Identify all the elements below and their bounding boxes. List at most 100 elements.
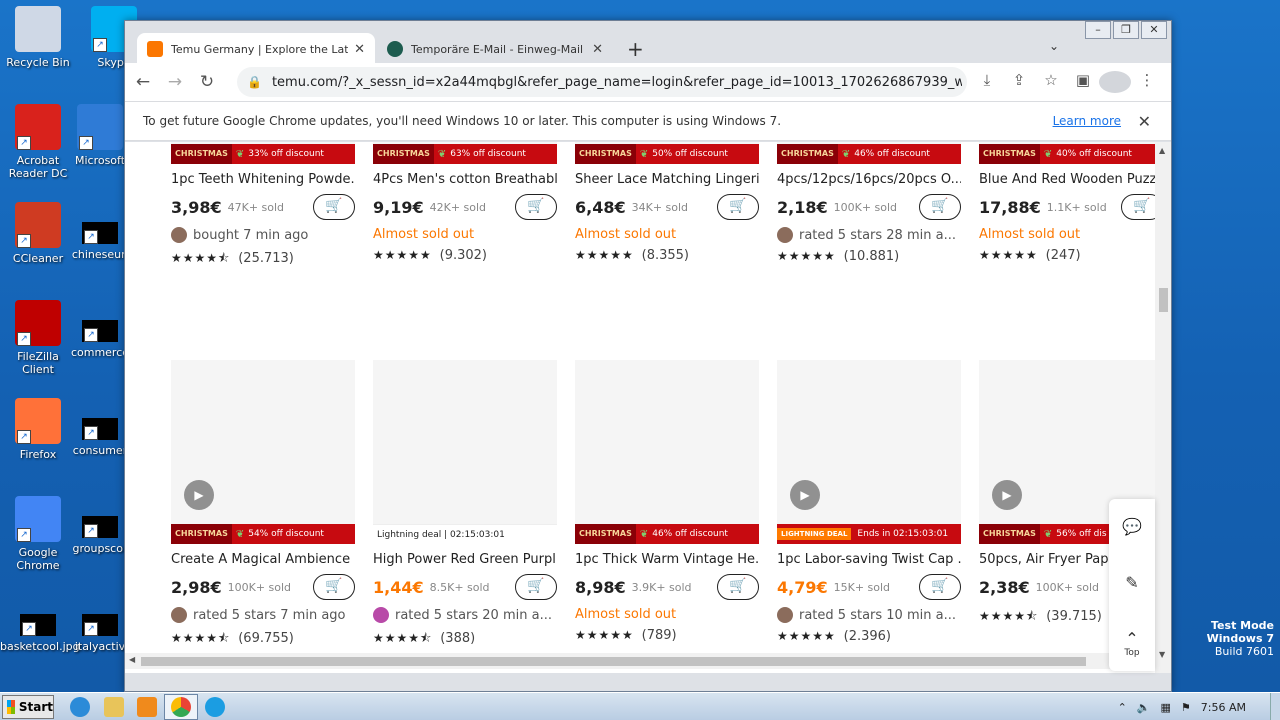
horizontal-scrollbar[interactable]: ◀ ▶ — [125, 653, 1155, 669]
product-title[interactable]: High Power Red Green Purpl... — [373, 552, 557, 567]
back-icon[interactable]: ← — [129, 72, 157, 92]
product-card[interactable]: ▶ LIGHTNING DEAL Ends in 02:15:03:01 1pc… — [777, 360, 961, 644]
profile-icon[interactable] — [1099, 71, 1131, 97]
product-image[interactable]: ▶ CHRISTMAS ❦ 46% off discount — [777, 142, 961, 164]
vertical-scroll-thumb[interactable] — [1159, 288, 1168, 312]
watermark-line1: Test Mode — [1211, 619, 1274, 632]
product-image[interactable]: ▶ LIGHTNING DEAL Ends in 02:15:03:01 — [777, 360, 961, 544]
add-to-cart-icon[interactable]: 🛒 — [1121, 194, 1155, 220]
learn-more-link[interactable]: Learn more — [1053, 114, 1121, 128]
holly-icon: ❦ — [639, 148, 649, 160]
rating-count: (247) — [1045, 248, 1081, 263]
product-title[interactable]: 1pc Thick Warm Vintage He... — [575, 552, 759, 567]
lock-icon[interactable]: 🔒 — [247, 75, 262, 89]
vertical-scrollbar[interactable]: ▲ ▼ — [1155, 142, 1171, 673]
play-video-icon[interactable]: ▶ — [184, 480, 214, 510]
add-to-cart-icon[interactable]: 🛒 — [717, 574, 759, 600]
flag-icon[interactable]: ⚑ — [1181, 701, 1191, 714]
rating: ★★★★★ (8.355) — [575, 248, 759, 263]
product-image[interactable]: CHRISTMAS ❦ 40% off discount — [979, 142, 1155, 164]
close-tab-icon[interactable]: ✕ — [592, 42, 603, 57]
edge-icon[interactable] — [205, 697, 225, 717]
discount-text: 46% off discount — [854, 149, 930, 159]
volume-icon[interactable]: 🔈 — [1137, 701, 1151, 714]
product-image[interactable]: CHRISTMAS ❦ 63% off discount — [373, 142, 557, 164]
bookmark-star-icon[interactable]: ☆ — [1035, 71, 1067, 97]
christmas-discount-banner: CHRISTMAS ❦ 50% off discount — [575, 144, 759, 164]
product-price: 2,18€ — [777, 197, 828, 217]
lightning-deal-banner: Lightning deal | 02:15:03:01 — [373, 524, 557, 544]
add-to-cart-icon[interactable]: 🛒 — [919, 574, 961, 600]
product-card[interactable]: ▶ CHRISTMAS ❦ 46% off discount 4pcs/12pc… — [777, 142, 961, 264]
product-card[interactable]: CHRISTMAS ❦ 46% off discount 1pc Thick W… — [575, 360, 759, 643]
product-card[interactable]: CHRISTMAS ❦ 63% off discount 4Pcs Men's … — [373, 142, 557, 263]
product-title[interactable]: Sheer Lace Matching Lingeri... — [575, 172, 759, 187]
product-image[interactable]: Lightning deal | 02:15:03:01 — [373, 360, 557, 544]
network-icon[interactable]: ▦ — [1161, 701, 1171, 714]
clock[interactable]: 7:56 AM — [1201, 701, 1246, 714]
christmas-tag: CHRISTMAS — [171, 144, 232, 164]
back-to-top-button[interactable]: ⌃ Top — [1109, 611, 1155, 667]
scroll-down-icon[interactable]: ▼ — [1159, 650, 1165, 659]
show-desktop-button[interactable] — [1270, 693, 1280, 720]
product-card[interactable]: CHRISTMAS ❦ 50% off discount Sheer Lace … — [575, 142, 759, 263]
scroll-left-icon[interactable]: ◀ — [129, 655, 135, 664]
holly-icon: ❦ — [639, 528, 649, 540]
desktop-icon[interactable]: Recycle Bin — [0, 6, 76, 69]
product-image[interactable]: CHRISTMAS ❦ 33% off discount — [171, 142, 355, 164]
product-title[interactable]: 1pc Labor-saving Twist Cap ... — [777, 552, 961, 567]
play-video-icon[interactable]: ▶ — [790, 480, 820, 510]
new-tab-icon[interactable]: + — [627, 37, 644, 61]
chat-icon[interactable]: 💬 — [1109, 499, 1155, 555]
add-to-cart-icon[interactable]: 🛒 — [919, 194, 961, 220]
product-title[interactable]: 4Pcs Men's cotton Breathabl... — [373, 172, 557, 187]
shortcut-arrow-icon: ↗ — [84, 230, 98, 244]
tab-temp-mail[interactable]: Temporäre E-Mail - Einweg-Mail - Ano ✕ — [377, 33, 613, 65]
start-button[interactable]: Start — [2, 695, 54, 719]
add-to-cart-icon[interactable]: 🛒 — [515, 194, 557, 220]
add-to-cart-icon[interactable]: 🛒 — [717, 194, 759, 220]
media-player-icon[interactable] — [137, 697, 157, 717]
product-title[interactable]: Create A Magical Ambience ... — [171, 552, 355, 567]
ie-icon[interactable] — [70, 697, 90, 717]
play-video-icon[interactable]: ▶ — [992, 480, 1022, 510]
tray-expand-icon[interactable]: ⌃ — [1118, 701, 1127, 714]
sold-count: 100K+ sold — [833, 200, 898, 214]
add-to-cart-icon[interactable]: 🛒 — [515, 574, 557, 600]
tab-temu[interactable]: Temu Germany | Explore the Latest C ✕ — [137, 33, 375, 65]
product-title[interactable]: 4pcs/12pcs/16pcs/20pcs O... — [777, 172, 961, 187]
rating-count: (9.302) — [439, 248, 487, 263]
close-infobar-icon[interactable]: ✕ — [1138, 112, 1151, 131]
price-row: 1,44€ 8.5K+ sold 🛒 — [373, 573, 557, 601]
menu-icon[interactable]: ⋮ — [1131, 71, 1163, 97]
product-card[interactable]: ▶ CHRISTMAS ❦ 54% off discount Create A … — [171, 360, 355, 650]
url-text[interactable]: temu.com/?_x_sessn_id=x2a44mqbgl&refer_p… — [272, 75, 962, 90]
watermark-line2: Windows 7 — [1206, 632, 1274, 645]
product-card[interactable]: CHRISTMAS ❦ 40% off discount Blue And Re… — [979, 142, 1155, 263]
reload-icon[interactable]: ↻ — [193, 72, 221, 92]
explorer-icon[interactable] — [104, 697, 124, 717]
product-image[interactable]: ▶ CHRISTMAS ❦ 54% off discount — [171, 360, 355, 544]
install-icon[interactable]: ⤓ — [971, 71, 1003, 97]
share-icon[interactable]: ⇪ — [1003, 71, 1035, 97]
christmas-tag: CHRISTMAS — [777, 144, 838, 164]
activity-text: bought 7 min ago — [193, 227, 309, 243]
product-title[interactable]: Blue And Red Wooden Puzzl... — [979, 172, 1155, 187]
address-bar[interactable]: 🔒 temu.com/?_x_sessn_id=x2a44mqbgl&refer… — [237, 67, 967, 97]
product-title[interactable]: 1pc Teeth Whitening Powde... — [171, 172, 355, 187]
add-to-cart-icon[interactable]: 🛒 — [313, 574, 355, 600]
forward-icon[interactable]: → — [161, 72, 189, 92]
scroll-up-icon[interactable]: ▲ — [1159, 146, 1165, 155]
product-card[interactable]: Lightning deal | 02:15:03:01 High Power … — [373, 360, 557, 650]
horizontal-scroll-thumb[interactable] — [141, 657, 1086, 666]
product-image[interactable]: CHRISTMAS ❦ 50% off discount — [575, 142, 759, 164]
product-card[interactable]: CHRISTMAS ❦ 33% off discount 1pc Teeth W… — [171, 142, 355, 270]
tab-search-icon[interactable]: ⌄ — [1049, 39, 1059, 53]
product-image[interactable]: CHRISTMAS ❦ 46% off discount — [575, 360, 759, 544]
feedback-icon[interactable]: ✎ — [1109, 555, 1155, 611]
close-tab-icon[interactable]: ✕ — [354, 42, 365, 57]
holly-icon: ❦ — [1043, 148, 1053, 160]
add-to-cart-icon[interactable]: 🛒 — [313, 194, 355, 220]
rating-count: (2.396) — [843, 629, 891, 644]
side-panel-icon[interactable]: ▣ — [1067, 71, 1099, 97]
